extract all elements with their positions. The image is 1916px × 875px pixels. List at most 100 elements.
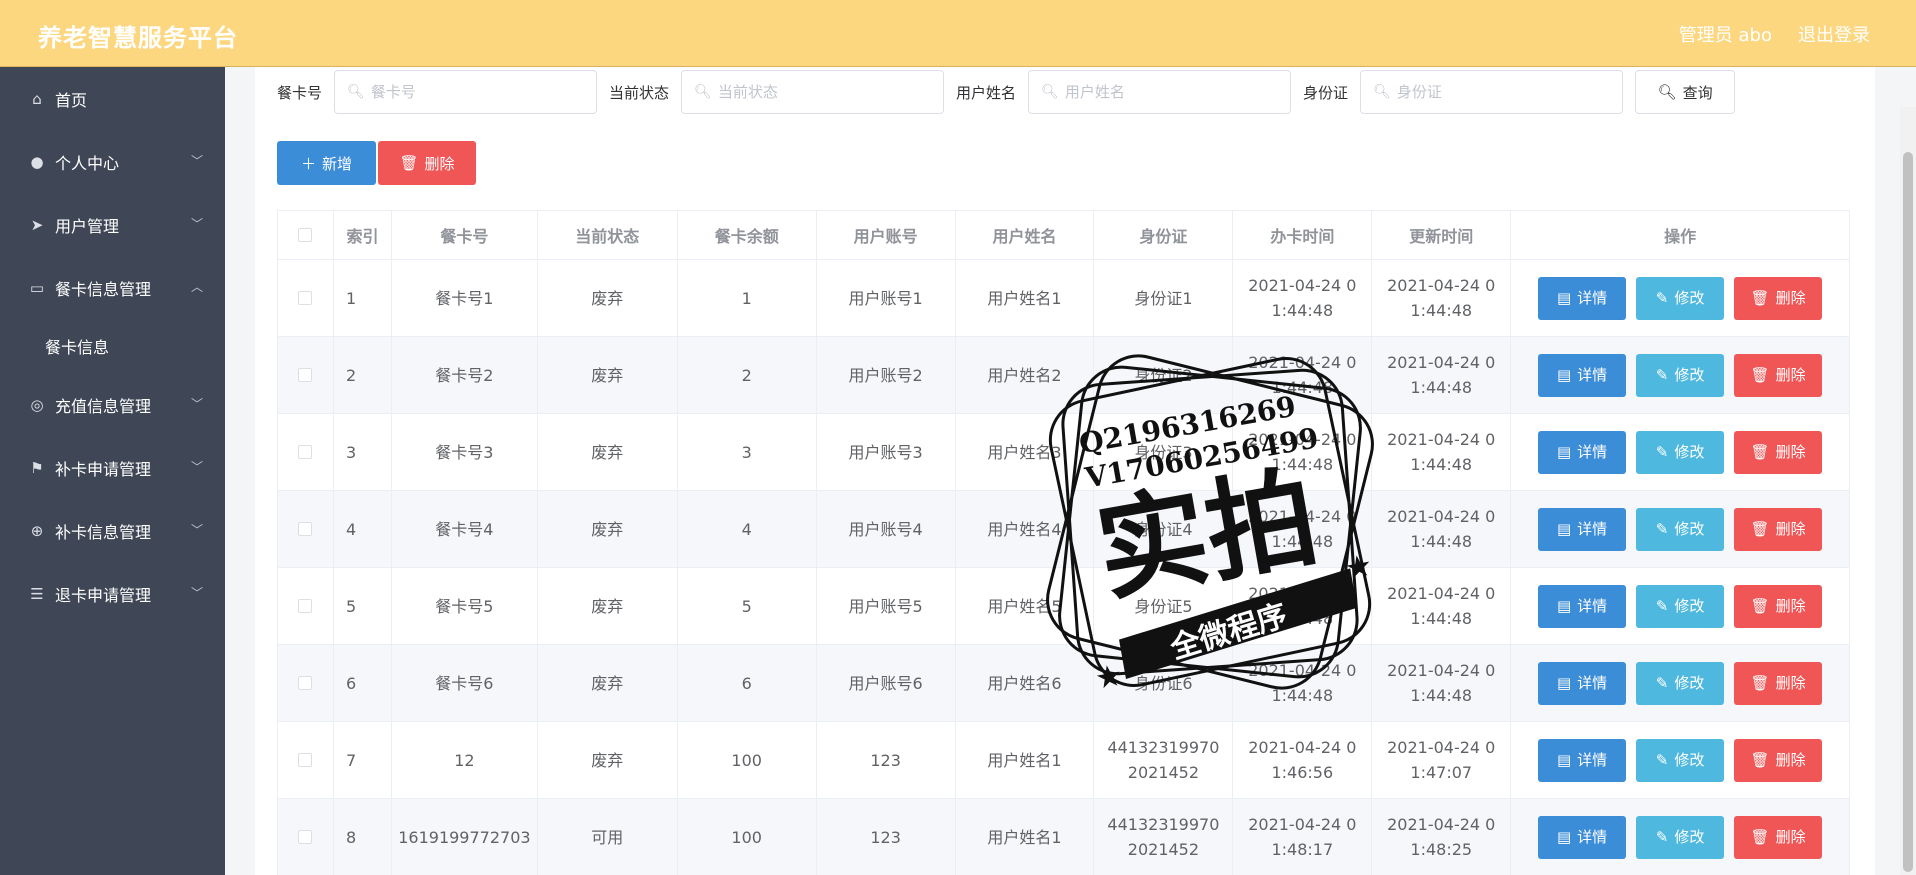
delete-button[interactable]: 🗑︎ 删除 <box>1734 738 1823 782</box>
sidebar-item-refund-apply[interactable]: ☰ 退卡申请管理 ﹀ <box>0 562 225 625</box>
card-number-search[interactable]: 🔍︎ <box>334 70 598 114</box>
sidebar-item-reissue-apply[interactable]: ⚑ 补卡申请管理 ﹀ <box>0 436 225 499</box>
created-time-cell: 2021-04-24 01:44:48 <box>1233 491 1373 568</box>
detail-button[interactable]: ▤ 详情 <box>1538 584 1627 628</box>
logout-link[interactable]: 退出登录 <box>1798 21 1870 47</box>
row-checkbox[interactable] <box>298 368 313 382</box>
detail-button[interactable]: ▤ 详情 <box>1538 276 1627 320</box>
send-icon: ➤ <box>30 215 44 234</box>
delete-button[interactable]: 🗑︎ 删除 <box>1734 584 1823 628</box>
edit-button[interactable]: ✎ 修改 <box>1636 738 1725 782</box>
delete-button[interactable]: 🗑︎ 删除 <box>1734 276 1823 320</box>
detail-button[interactable]: ▤ 详情 <box>1538 815 1627 859</box>
plus-icon: ＋ <box>300 154 316 173</box>
username-input[interactable] <box>1064 83 1285 101</box>
sidebar-subitem-card-info[interactable]: 餐卡信息 <box>0 319 225 373</box>
row-checkbox[interactable] <box>298 676 313 690</box>
trash-icon: 🗑︎ <box>1750 365 1770 384</box>
sidebar-item-label: 餐卡信息管理 <box>55 279 152 299</box>
balance-cell: 6 <box>677 645 817 722</box>
table-body: 1 餐卡号1 废弃 1 用户账号1 用户姓名1 身份证1 2021-04-24 01:44:4… <box>278 260 1850 875</box>
detail-button[interactable]: ▤ 详情 <box>1538 507 1627 551</box>
card-number-cell: 餐卡号5 <box>391 568 538 645</box>
sidebar-subitem-label: 餐卡信息 <box>45 338 110 357</box>
col-header: 餐卡号 <box>391 211 538 260</box>
row-checkbox[interactable] <box>298 291 313 305</box>
row-checkbox[interactable] <box>298 599 313 613</box>
chevron-down-icon: ﹀ <box>190 586 203 600</box>
id-card-input[interactable] <box>1396 83 1617 101</box>
table-row: 7 12 废弃 100 123 用户姓名1 441323199702021452 2021-0… <box>278 722 1850 799</box>
edit-button[interactable]: ✎ 修改 <box>1636 276 1725 320</box>
sidebar-item-card-info[interactable]: ▭ 餐卡信息管理 ︿ <box>0 256 225 319</box>
created-time-cell: 2021-04-24 01:44:48 <box>1233 260 1373 337</box>
pencil-icon: ✎ <box>1655 519 1669 538</box>
card-number-input[interactable] <box>370 83 591 101</box>
delete-button[interactable]: 🗑︎ 删除 <box>1734 507 1823 551</box>
select-all-checkbox[interactable] <box>298 228 313 242</box>
document-icon: ▤ <box>1556 442 1572 461</box>
username-cell: 用户姓名6 <box>955 645 1095 722</box>
col-header: 用户账号 <box>816 211 956 260</box>
edit-button[interactable]: ✎ 修改 <box>1636 661 1725 705</box>
document-icon: ▤ <box>1556 673 1572 692</box>
row-checkbox[interactable] <box>298 830 313 844</box>
sidebar-item-home[interactable]: ⌂ 首页 <box>0 67 225 130</box>
username-search[interactable]: 🔍︎ <box>1028 70 1292 114</box>
sidebar-item-users[interactable]: ➤ 用户管理 ﹀ <box>0 193 225 256</box>
edit-button[interactable]: ✎ 修改 <box>1636 507 1725 551</box>
user-icon: ● <box>30 152 44 171</box>
document-icon: ▤ <box>1556 596 1572 615</box>
query-button[interactable]: 🔍︎ 查询 <box>1635 70 1736 114</box>
scrollbar-thumb[interactable] <box>1903 152 1913 872</box>
sidebar-item-personal[interactable]: ● 个人中心 ﹀ <box>0 130 225 193</box>
edit-button[interactable]: ✎ 修改 <box>1636 584 1725 628</box>
edit-button[interactable]: ✎ 修改 <box>1636 430 1725 474</box>
search-icon: 🔍︎ <box>1041 84 1059 100</box>
search-label: 餐卡号 <box>277 83 323 102</box>
delete-button[interactable]: 🗑︎ 删除 <box>1734 430 1823 474</box>
pencil-icon: ✎ <box>1655 827 1669 846</box>
detail-button[interactable]: ▤ 详情 <box>1538 738 1627 782</box>
edit-button[interactable]: ✎ 修改 <box>1636 815 1725 859</box>
add-button[interactable]: ＋ 新增 <box>277 141 376 185</box>
account-cell: 123 <box>817 799 956 875</box>
row-checkbox[interactable] <box>298 753 313 767</box>
app-title: 养老智慧服务平台 <box>38 24 238 52</box>
header-user-area: 管理员 abo 退出登录 <box>1679 21 1870 47</box>
card-number-cell: 餐卡号6 <box>391 645 538 722</box>
sidebar-item-reissue-info[interactable]: ⊕ 补卡信息管理 ﹀ <box>0 499 225 562</box>
compass-icon: ◎ <box>30 395 44 414</box>
detail-button[interactable]: ▤ 详情 <box>1538 430 1627 474</box>
current-user[interactable]: 管理员 abo <box>1679 21 1772 47</box>
globe-icon: ⊕ <box>30 521 44 540</box>
delete-button[interactable]: 🗑︎ 删除 <box>1734 815 1823 859</box>
balance-cell: 100 <box>678 799 817 875</box>
id-card-search[interactable]: 🔍︎ <box>1360 70 1624 114</box>
detail-button[interactable]: ▤ 详情 <box>1538 661 1627 705</box>
trash-icon: 🗑︎ <box>1750 519 1770 538</box>
status-cell: 废弃 <box>537 722 678 799</box>
row-checkbox[interactable] <box>298 522 313 536</box>
top-header: 养老智慧服务平台 管理员 abo 退出登录 <box>0 0 1916 67</box>
search-bar: 餐卡号 🔍︎ 当前状态 🔍︎ 用户姓名 🔍︎ 身份证 🔍︎ 🔍︎ <box>277 70 1736 114</box>
vertical-scrollbar[interactable] <box>1900 107 1916 875</box>
detail-button[interactable]: ▤ 详情 <box>1538 353 1627 397</box>
username-cell: 用户姓名1 <box>955 722 1095 799</box>
table-row: 8 1619199772703 可用 100 123 用户姓名1 4413231997020… <box>278 799 1850 875</box>
delete-button[interactable]: 🗑︎ 删除 <box>1734 353 1823 397</box>
row-checkbox[interactable] <box>298 445 313 459</box>
table-row: 4 餐卡号4 废弃 4 用户账号4 用户姓名4 身份证4 2021-04-24 01:44:4… <box>278 491 1850 568</box>
status-input[interactable] <box>717 83 938 101</box>
card-number-cell: 餐卡号4 <box>391 491 538 568</box>
pencil-icon: ✎ <box>1655 750 1669 769</box>
sliders-icon: ☰ <box>30 584 44 603</box>
delete-button[interactable]: 🗑︎ 删除 <box>1734 661 1823 705</box>
sidebar-item-recharge[interactable]: ◎ 充值信息管理 ﹀ <box>0 373 225 436</box>
status-search[interactable]: 🔍︎ <box>681 70 945 114</box>
id-card-cell: 441323199702021452 <box>1094 722 1234 799</box>
edit-button[interactable]: ✎ 修改 <box>1636 353 1725 397</box>
batch-delete-button[interactable]: 🗑︎ 删除 <box>378 141 476 185</box>
id-card-cell: 身份证2 <box>1094 337 1234 414</box>
table-row: 5 餐卡号5 废弃 5 用户账号5 用户姓名5 身份证5 2021-04-24 01:44:4… <box>278 568 1850 645</box>
